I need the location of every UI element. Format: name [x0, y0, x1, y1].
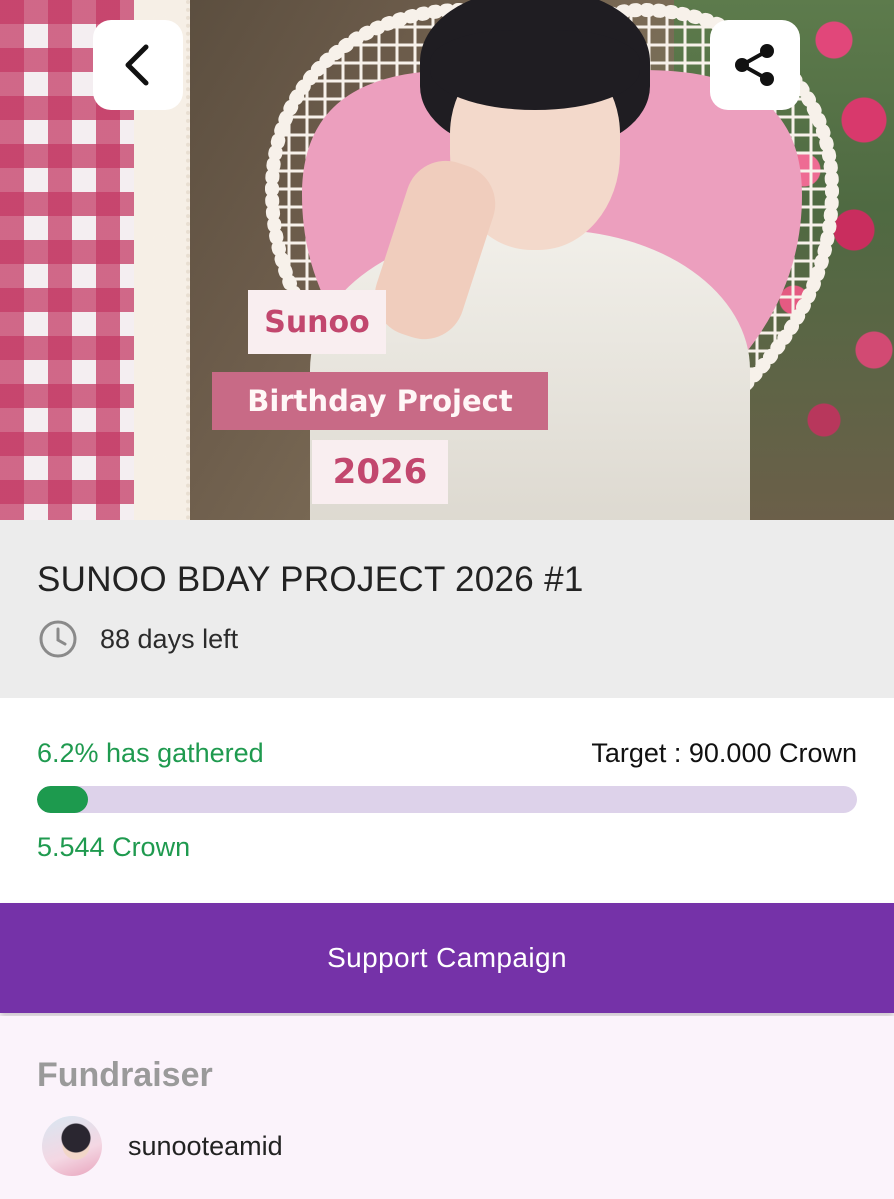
banner-name-tag: Sunoo — [248, 290, 386, 354]
fundraiser-section: Fundraiser sunooteamid — [0, 1016, 894, 1199]
back-button[interactable] — [93, 20, 183, 110]
campaign-banner: Sunoo Birthday Project 2026 — [0, 0, 894, 520]
fundraiser-heading: Fundraiser — [37, 1056, 213, 1094]
funding-progress: 6.2% has gathered Target : 90.000 Crown … — [0, 698, 894, 903]
avatar — [42, 1116, 102, 1176]
time-remaining: 88 days left — [38, 618, 238, 660]
days-left-text: 88 days left — [100, 623, 239, 654]
gathered-amount: 5.544 Crown — [37, 832, 191, 862]
campaign-title: SUNOO BDAY PROJECT 2026 #1 — [37, 560, 584, 599]
share-button[interactable] — [710, 20, 800, 110]
share-icon — [735, 44, 774, 86]
progress-bar — [37, 786, 857, 813]
fundraiser-name: sunooteamid — [128, 1130, 283, 1161]
campaign-header: SUNOO BDAY PROJECT 2026 #1 88 days left — [0, 520, 894, 698]
chevron-left-icon — [125, 44, 149, 86]
fundraiser-profile[interactable]: sunooteamid — [42, 1114, 283, 1178]
banner-year-tag: 2026 — [312, 440, 448, 504]
progress-bar-fill — [37, 786, 88, 813]
support-campaign-button[interactable]: Support Campaign — [0, 903, 894, 1013]
target-amount: Target : 90.000 Crown — [591, 738, 857, 768]
clock-icon — [39, 620, 77, 658]
banner-title-tag: Birthday Project — [212, 372, 548, 430]
gathered-percent: 6.2% has gathered — [37, 738, 264, 768]
